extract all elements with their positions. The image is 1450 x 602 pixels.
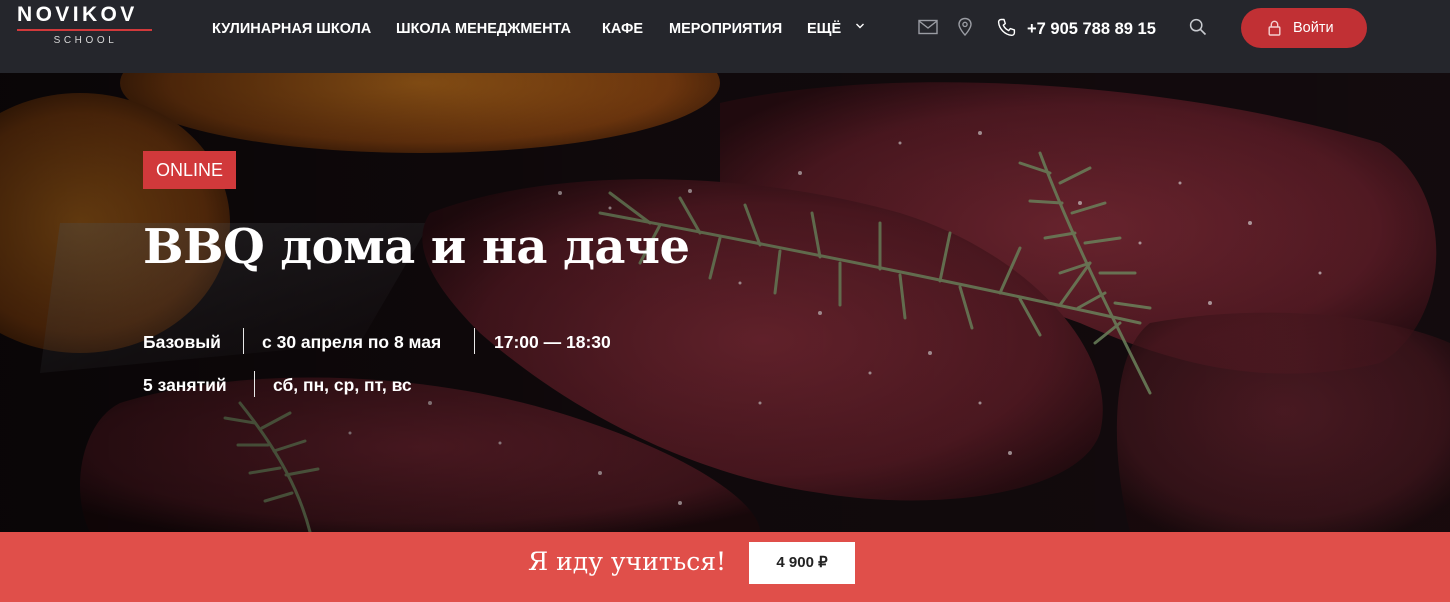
nav-item-culinary-school[interactable]: КУЛИНАРНАЯ ШКОЛА bbox=[212, 20, 371, 38]
hero-banner: ONLINE BBQ дома и на даче Базовый с 30 а… bbox=[0, 73, 1450, 532]
logo[interactable]: NOVIKOV SCHOOL bbox=[17, 3, 154, 47]
logo-underline bbox=[17, 29, 152, 31]
nav-item-cafe[interactable]: КАФЕ bbox=[602, 20, 643, 38]
course-dates: с 30 апреля по 8 мая bbox=[262, 332, 442, 352]
nav-item-more[interactable]: ЕЩЁ bbox=[807, 20, 841, 38]
chevron-down-icon[interactable] bbox=[855, 22, 865, 30]
logo-subtitle: SCHOOL bbox=[53, 35, 118, 46]
course-days: сб, пн, ср, пт, вс bbox=[273, 375, 412, 395]
search-icon[interactable] bbox=[1189, 18, 1207, 36]
enroll-button[interactable]: Я иду учиться! bbox=[528, 546, 726, 578]
site-header: NOVIKOV SCHOOL КУЛИНАРНАЯ ШКОЛА ШКОЛА МЕ… bbox=[0, 0, 1450, 73]
nav-item-management-school[interactable]: ШКОЛА МЕНЕДЖМЕНТА bbox=[396, 20, 571, 38]
online-badge: ONLINE bbox=[143, 151, 236, 189]
enroll-bar: Я иду учиться! 4 900 ₽ bbox=[0, 532, 1450, 602]
location-pin-icon[interactable] bbox=[957, 17, 973, 37]
lock-icon bbox=[1268, 20, 1281, 36]
phone-number[interactable]: +7 905 788 89 15 bbox=[1027, 19, 1156, 39]
meta-separator bbox=[474, 328, 475, 354]
meta-separator bbox=[243, 328, 244, 354]
meta-separator bbox=[254, 371, 255, 397]
course-time: 17:00 — 18:30 bbox=[494, 332, 611, 352]
login-button[interactable]: Войти bbox=[1241, 8, 1367, 48]
nav-item-events[interactable]: МЕРОПРИЯТИЯ bbox=[669, 20, 782, 38]
price-button[interactable]: 4 900 ₽ bbox=[749, 542, 855, 584]
phone-icon[interactable] bbox=[997, 18, 1016, 37]
course-level: Базовый bbox=[143, 332, 221, 352]
hero-background-image bbox=[0, 73, 1450, 532]
course-lessons-count: 5 занятий bbox=[143, 375, 227, 395]
login-button-label: Войти bbox=[1293, 20, 1334, 36]
mail-icon[interactable] bbox=[918, 19, 938, 35]
course-title: BBQ дома и на даче bbox=[143, 219, 690, 275]
logo-name: NOVIKOV bbox=[17, 3, 138, 26]
